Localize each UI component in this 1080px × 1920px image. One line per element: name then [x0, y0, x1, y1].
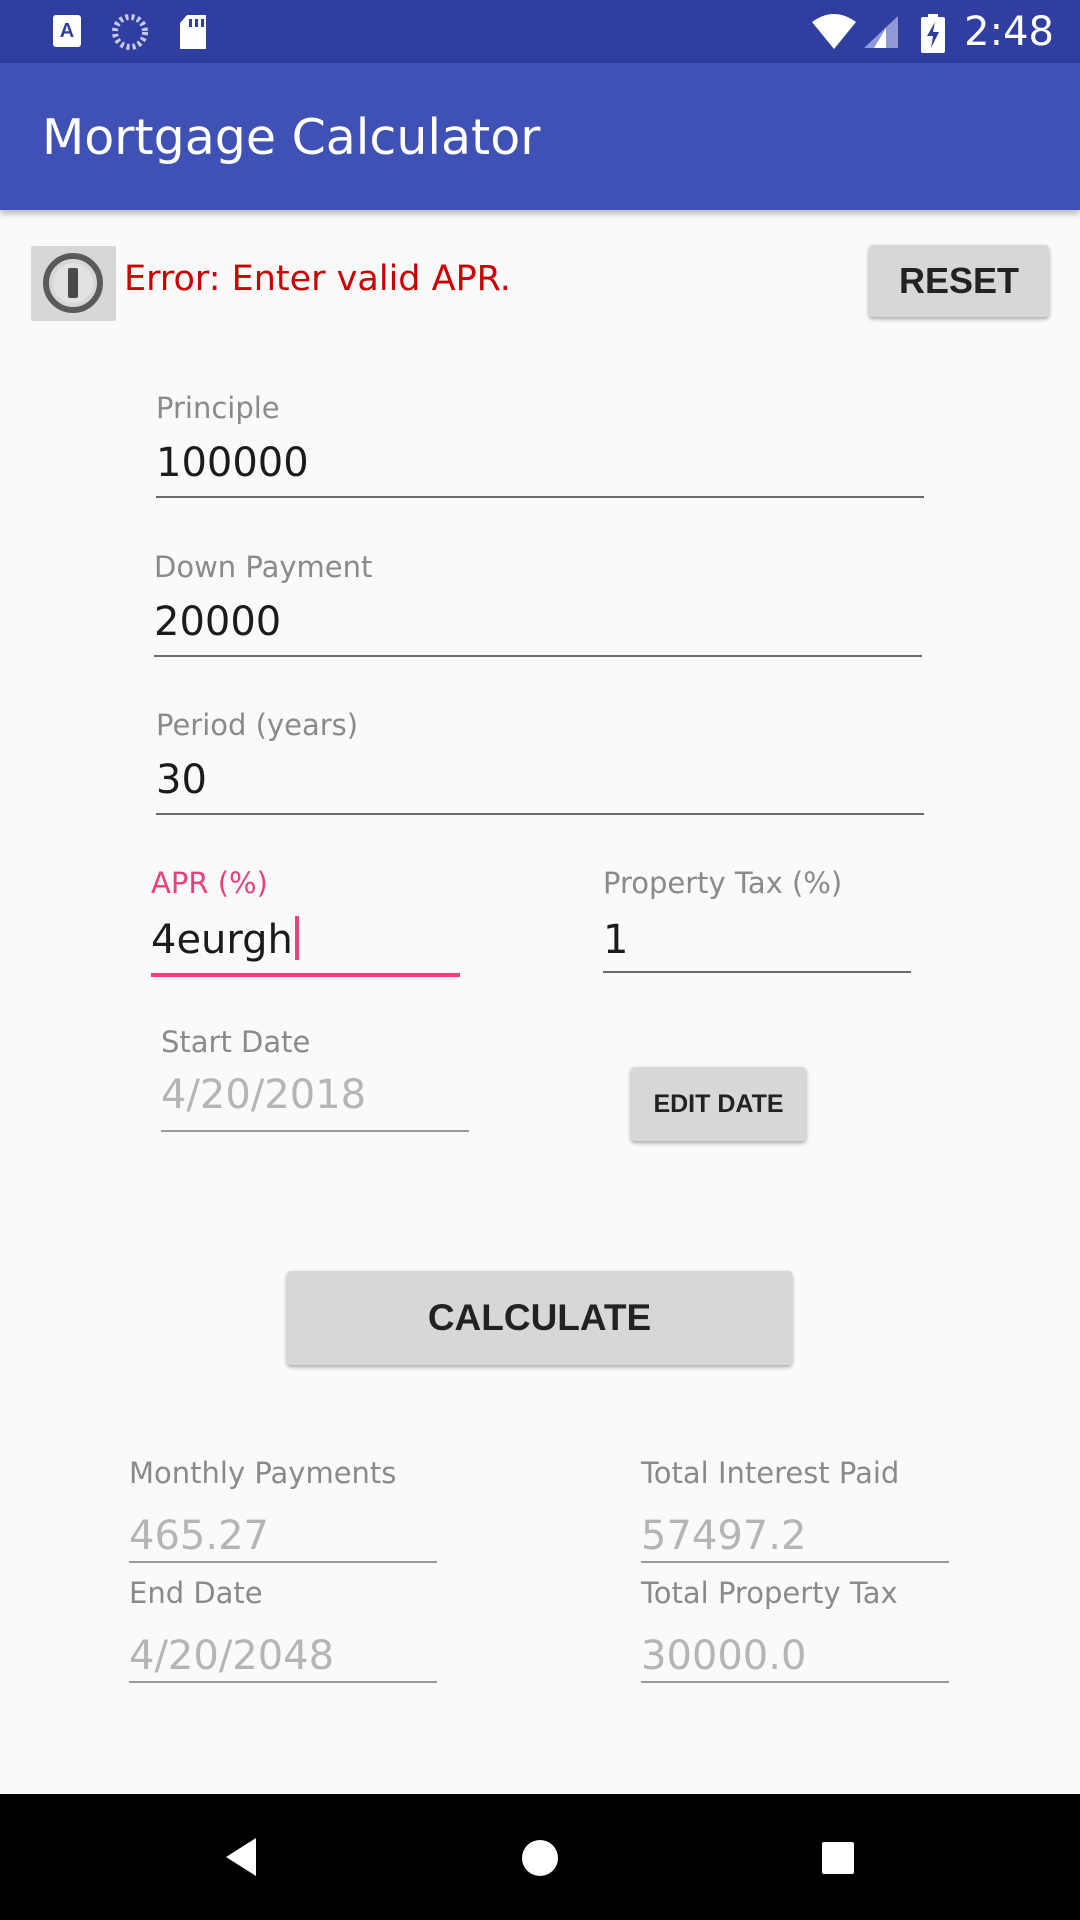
total-property-tax-underline [641, 1681, 949, 1683]
home-icon[interactable] [520, 1838, 560, 1878]
total-property-tax-value: 30000.0 [641, 1633, 807, 1679]
apr-label: APR (%) [151, 866, 268, 900]
principle-field[interactable]: Principle 100000 [156, 390, 924, 500]
battery-charging-icon [921, 14, 945, 53]
property-tax-field[interactable]: Property Tax (%) 1 [603, 865, 911, 975]
end-date-underline [129, 1681, 437, 1683]
recents-icon[interactable] [820, 1840, 856, 1876]
status-bar: A 2:48 [0, 0, 1080, 63]
total-property-tax-label: Total Property Tax [641, 1576, 898, 1610]
down-payment-label: Down Payment [154, 550, 373, 584]
apr-field[interactable]: APR (%) 4eurgh [151, 865, 461, 977]
monthly-payments-label: Monthly Payments [129, 1456, 397, 1490]
keyboard-a-icon: A [53, 15, 81, 47]
total-interest-field: Total Interest Paid 57497.2 [641, 1455, 949, 1565]
info-icon [43, 253, 103, 313]
monthly-payments-field: Monthly Payments 465.27 [129, 1455, 437, 1565]
down-payment-underline [154, 655, 922, 657]
signal-icon [864, 16, 898, 48]
error-message: Error: Enter valid APR. [124, 259, 511, 299]
reset-button[interactable]: RESET [869, 245, 1049, 317]
end-date-value: 4/20/2048 [129, 1633, 335, 1679]
total-interest-label: Total Interest Paid [641, 1456, 900, 1490]
principle-input[interactable]: 100000 [156, 438, 309, 488]
total-property-tax-field: Total Property Tax 30000.0 [641, 1575, 949, 1685]
principle-label: Principle [156, 391, 280, 425]
start-date-value: 4/20/2018 [161, 1072, 367, 1118]
apr-input-text: 4eurgh [151, 917, 293, 963]
app-bar: Mortgage Calculator [0, 63, 1080, 210]
property-tax-input[interactable]: 1 [603, 915, 628, 965]
start-date-field: Start Date 4/20/2018 [161, 1024, 469, 1134]
sync-circle-icon [112, 14, 148, 50]
down-payment-input[interactable]: 20000 [154, 597, 281, 647]
info-button[interactable] [31, 246, 116, 321]
principle-underline [156, 496, 924, 498]
period-input[interactable]: 30 [156, 755, 207, 805]
total-interest-value: 57497.2 [641, 1513, 807, 1559]
period-underline [156, 813, 924, 815]
end-date-field: End Date 4/20/2048 [129, 1575, 437, 1685]
end-date-label: End Date [129, 1576, 263, 1610]
calculate-button[interactable]: CALCULATE [287, 1271, 792, 1365]
text-cursor [294, 916, 299, 960]
status-time: 2:48 [964, 9, 1054, 55]
start-date-label: Start Date [161, 1025, 311, 1059]
property-tax-underline [603, 971, 911, 973]
navigation-bar [0, 1794, 1080, 1920]
app-title: Mortgage Calculator [42, 109, 541, 166]
edit-date-button[interactable]: EDIT DATE [631, 1067, 806, 1141]
apr-underline [151, 973, 460, 977]
start-date-underline [161, 1130, 469, 1132]
wifi-icon [812, 14, 856, 49]
period-field[interactable]: Period (years) 30 [156, 707, 924, 817]
svg-text:A: A [60, 20, 74, 42]
down-payment-field[interactable]: Down Payment 20000 [154, 549, 922, 659]
apr-input[interactable]: 4eurgh [151, 915, 299, 965]
monthly-payments-underline [129, 1561, 437, 1563]
total-interest-underline [641, 1561, 949, 1563]
property-tax-label: Property Tax (%) [603, 866, 843, 900]
period-label: Period (years) [156, 708, 359, 742]
sd-card-icon [180, 15, 206, 49]
monthly-payments-value: 465.27 [129, 1513, 269, 1559]
back-icon[interactable] [222, 1836, 258, 1878]
